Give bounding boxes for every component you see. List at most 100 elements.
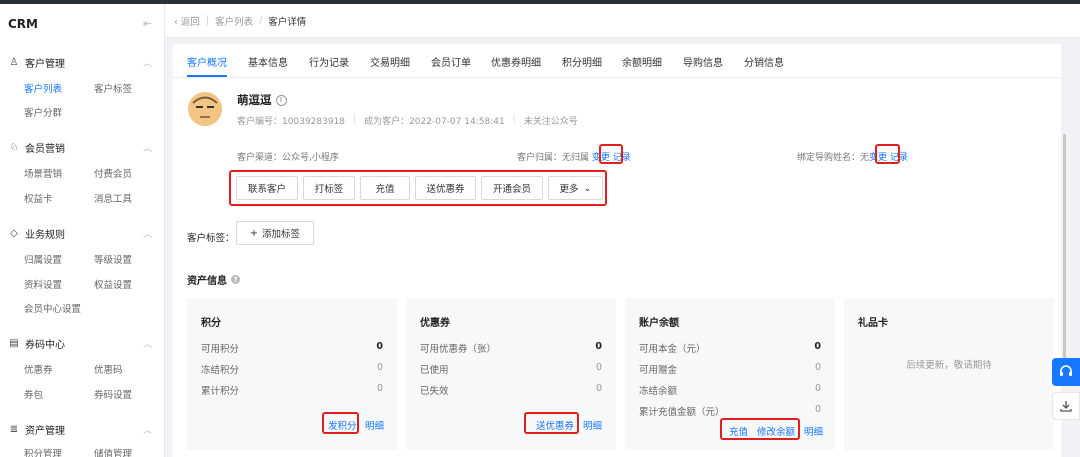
- avatar: [188, 92, 222, 126]
- more-button[interactable]: 更多 ⌄: [548, 176, 603, 200]
- follow-status: 未关注公众号: [523, 117, 578, 127]
- sidebar-item-customer-segments[interactable]: 客户分群: [24, 105, 62, 119]
- highlight-box: [875, 144, 900, 164]
- customer-tags-label: 客户标签：: [187, 233, 235, 244]
- sidebar-group-marketing[interactable]: ♘ 会员营销: [8, 140, 65, 155]
- sidebar-item-benefits[interactable]: 权益设置: [94, 277, 132, 291]
- tab-distribution[interactable]: 分销信息: [744, 54, 784, 69]
- chevron-down-icon: ⌄: [583, 182, 592, 194]
- brand-logo: CRM: [8, 17, 38, 31]
- customer-id: 10039283918: [282, 117, 346, 127]
- chevron-up-icon[interactable]: ︿: [143, 337, 152, 350]
- breadcrumb-parent[interactable]: 客户列表: [215, 14, 253, 28]
- main-area: ‹ 返回 | 客户列表 / 客户详情 客户概况 基本信息 行为记录 交易明细 会…: [165, 4, 1080, 457]
- highlight-box: [720, 418, 800, 440]
- list-item: 可用赠金 0: [639, 362, 821, 376]
- user-icon: ♙: [9, 57, 19, 68]
- sidebar-item-member-center[interactable]: 会员中心设置: [24, 301, 81, 315]
- detail-panel: 客户概况 基本信息 行为记录 交易明细 会员订单 优惠券明细 积分明细 余额明细…: [173, 44, 1066, 457]
- list-item: 已使用 0: [420, 362, 602, 376]
- sidebar-item-stored-value[interactable]: 储值管理: [94, 446, 132, 457]
- tab-behavior[interactable]: 行为记录: [309, 54, 349, 69]
- plus-icon: +: [250, 227, 258, 239]
- help-icon[interactable]: ?: [231, 275, 240, 284]
- tab-member-orders[interactable]: 会员订单: [431, 54, 471, 69]
- sidebar-item-customer-list[interactable]: 客户列表: [24, 81, 62, 95]
- open-member-button[interactable]: 开通会员: [481, 176, 543, 200]
- sidebar-group-customer[interactable]: ♙ 客户管理: [8, 55, 65, 70]
- chevron-up-icon[interactable]: ︿: [143, 141, 152, 154]
- tab-guide-info[interactable]: 导购信息: [683, 54, 723, 69]
- gift-card-card: 礼品卡 后续更新，敬请期待: [844, 298, 1054, 450]
- empty-state: 后续更新，敬请期待: [906, 360, 992, 371]
- list-item: 可用本金（元） 0: [639, 341, 821, 355]
- download-icon: [1060, 401, 1072, 412]
- chevron-up-icon[interactable]: ︿: [143, 56, 152, 69]
- chevron-up-icon[interactable]: ︿: [143, 423, 152, 436]
- sidebar-group-coupon[interactable]: ▤ 券码中心: [8, 336, 65, 351]
- breadcrumb: ‹ 返回 | 客户列表 / 客户详情: [165, 4, 1080, 38]
- sidebar-item-coupon[interactable]: 优惠券: [24, 362, 53, 376]
- points-detail-link[interactable]: 明细: [365, 418, 384, 432]
- sidebar-item-coupon-code[interactable]: 优惠码: [94, 362, 123, 376]
- tab-points-detail[interactable]: 积分明细: [562, 54, 602, 69]
- scrollbar[interactable]: [1063, 134, 1066, 384]
- sidebar-item-coupon-settings[interactable]: 券码设置: [94, 387, 132, 401]
- tab-balance-detail[interactable]: 余额明细: [622, 54, 662, 69]
- customer-channel: 客户渠道：公众号,小程序: [237, 153, 339, 163]
- list-item: 累计积分 0: [201, 383, 383, 397]
- balance-detail-link[interactable]: 明细: [804, 424, 823, 438]
- add-tag-button[interactable]: + 添加标签: [236, 221, 314, 245]
- sidebar: CRM ⇤ ♙ 客户管理 ︿ 客户列表 客户标签 客户分群 ♘ 会员营销 ︿ 场景营…: [0, 4, 165, 457]
- tab-coupon-detail[interactable]: 优惠券明细: [491, 54, 541, 69]
- database-icon: ≣: [9, 424, 19, 435]
- customer-since: 2022-07-07 14:58:41: [409, 117, 505, 127]
- tab-overview[interactable]: 客户概况: [187, 54, 227, 69]
- highlight-box: [599, 144, 623, 164]
- tab-transactions[interactable]: 交易明细: [370, 54, 410, 69]
- list-item: 可用优惠券（张） 0: [420, 341, 602, 355]
- list-item: 冻结积分 0: [201, 362, 383, 376]
- collapse-icon[interactable]: ⇤: [143, 17, 152, 30]
- contact-customer-button[interactable]: 联系客户: [236, 176, 298, 200]
- tab-basic-info[interactable]: 基本信息: [248, 54, 288, 69]
- sidebar-group-assets[interactable]: ≣ 资产管理: [8, 422, 65, 437]
- breadcrumb-current: 客户详情: [268, 16, 307, 28]
- download-button[interactable]: [1052, 392, 1080, 420]
- member-icon: ♘: [9, 142, 19, 153]
- customer-name: 萌逗逗 i: [237, 92, 287, 108]
- sidebar-item-coupon-pack[interactable]: 券包: [24, 387, 43, 401]
- active-tab-indicator: [187, 75, 227, 77]
- sidebar-item-customer-tags[interactable]: 客户标签: [94, 81, 132, 95]
- sidebar-item-level[interactable]: 等级设置: [94, 252, 132, 266]
- sidebar-item-message-tools[interactable]: 消息工具: [94, 191, 132, 205]
- customer-meta: 客户编号：10039283918 | 成为客户：2022-07-07 14:58…: [237, 114, 578, 127]
- sidebar-item-scene-marketing[interactable]: 场景营销: [24, 166, 62, 180]
- info-icon[interactable]: i: [275, 94, 287, 106]
- sidebar-item-paid-member[interactable]: 付费会员: [94, 166, 132, 180]
- headset-button[interactable]: [1052, 358, 1080, 386]
- sidebar-item-profile[interactable]: 资料设置: [24, 277, 62, 291]
- highlight-box: [322, 412, 359, 434]
- ticket-icon: ▤: [9, 338, 19, 349]
- list-item: 已失效 0: [420, 383, 602, 397]
- headset-icon: [1060, 365, 1072, 376]
- rule-icon: ◇: [10, 228, 18, 239]
- tab-bar: 客户概况 基本信息 行为记录 交易明细 会员订单 优惠券明细 积分明细 余额明细…: [173, 44, 1061, 78]
- chevron-up-icon[interactable]: ︿: [143, 227, 152, 240]
- sidebar-item-points-mgmt[interactable]: 积分管理: [24, 446, 62, 457]
- recharge-button[interactable]: 充值: [360, 176, 410, 200]
- back-link[interactable]: ‹ 返回: [174, 14, 200, 28]
- highlight-box: [524, 412, 579, 434]
- points-card: 积分 可用积分 0 冻结积分 0 累计积分 0 发积分 明细: [187, 298, 397, 450]
- sidebar-item-benefit-card[interactable]: 权益卡: [24, 191, 53, 205]
- assets-title: 资产信息?: [187, 272, 240, 287]
- tag-button[interactable]: 打标签: [303, 176, 355, 200]
- send-coupon-button[interactable]: 送优惠券: [415, 176, 476, 200]
- list-item: 冻结余额 0: [639, 383, 821, 397]
- sidebar-item-attribution[interactable]: 归属设置: [24, 252, 62, 266]
- coupon-detail-link[interactable]: 明细: [583, 418, 602, 432]
- list-item: 可用积分 0: [201, 341, 383, 355]
- sidebar-group-rules[interactable]: ◇ 业务规则: [8, 226, 65, 241]
- list-item: 累计充值金额（元） 0: [639, 404, 821, 418]
